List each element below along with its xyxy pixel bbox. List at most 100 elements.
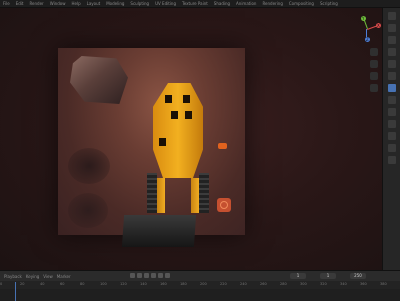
ruler-tick: 240 xyxy=(240,282,247,286)
x-axis-label: X xyxy=(377,23,380,28)
tab-compositing[interactable]: Compositing xyxy=(289,1,314,6)
jump-end-icon[interactable] xyxy=(165,273,170,278)
hand-pan-icon[interactable] xyxy=(370,60,378,68)
z-axis-label: Z xyxy=(366,37,369,42)
object-icon[interactable] xyxy=(388,84,396,92)
tab-texture-paint[interactable]: Texture Paint xyxy=(182,1,208,6)
tab-animation[interactable]: Animation xyxy=(236,1,256,6)
current-frame-field[interactable]: 1 xyxy=(290,273,306,279)
ruler-tick: 300 xyxy=(300,282,307,286)
cab-window xyxy=(159,138,166,146)
tab-layout[interactable]: Layout xyxy=(87,1,101,6)
x-axis-handle[interactable]: X xyxy=(376,23,381,28)
ruler-tick: 180 xyxy=(180,282,187,286)
tab-scripting[interactable]: Scripting xyxy=(320,1,338,6)
ruler-tick: 380 xyxy=(380,282,387,286)
y-axis-handle[interactable]: Y xyxy=(361,16,366,21)
menu-window[interactable]: Window xyxy=(50,1,66,6)
play-icon[interactable] xyxy=(151,273,156,278)
menu-keying[interactable]: Keying xyxy=(26,274,39,279)
ruler-tick: 20 xyxy=(20,282,25,286)
timeline-ruler: 0 20 40 60 80 100 120 140 160 180 200 22… xyxy=(0,282,400,288)
top-menu-bar: File Edit Render Window Help Layout Mode… xyxy=(0,0,400,8)
tab-rendering[interactable]: Rendering xyxy=(262,1,282,6)
timeline-editor: Playback Keying View Marker 1 1 250 0 20… xyxy=(0,270,400,301)
ruler-tick: 80 xyxy=(80,282,85,286)
timeline-header: Playback Keying View Marker 1 1 250 xyxy=(0,271,400,281)
ruler-tick: 100 xyxy=(100,282,107,286)
next-keyframe-icon[interactable] xyxy=(158,273,163,278)
play-reverse-icon[interactable] xyxy=(144,273,149,278)
traffic-cone-object[interactable] xyxy=(218,143,227,149)
ruler-tick: 220 xyxy=(220,282,227,286)
start-frame-field[interactable]: 1 xyxy=(320,273,336,279)
jump-start-icon[interactable] xyxy=(130,273,135,278)
camera-render-region xyxy=(58,48,245,247)
viewport-nav-tools xyxy=(370,48,378,92)
menu-edit[interactable]: Edit xyxy=(16,1,24,6)
tool-icon[interactable] xyxy=(388,12,396,20)
grid-icon[interactable] xyxy=(370,84,378,92)
tab-sculpting[interactable]: Sculpting xyxy=(130,1,149,6)
menu-help[interactable]: Help xyxy=(71,1,80,6)
properties-side-panel xyxy=(382,8,400,270)
left-track xyxy=(147,173,157,213)
tab-uv-editing[interactable]: UV Editing xyxy=(155,1,176,6)
cab-window xyxy=(185,111,192,119)
ruler-tick: 0 xyxy=(0,282,3,286)
rock-object[interactable] xyxy=(70,56,128,104)
view-layer-icon[interactable] xyxy=(388,48,396,56)
ruler-tick: 160 xyxy=(160,282,167,286)
ruler-tick: 340 xyxy=(340,282,347,286)
constraints-icon[interactable] xyxy=(388,132,396,140)
bulldozer-object[interactable] xyxy=(121,78,213,247)
rock-shadow xyxy=(68,148,110,184)
barrel-lid xyxy=(220,201,228,209)
ruler-tick: 140 xyxy=(140,282,147,286)
ruler-tick: 260 xyxy=(260,282,267,286)
ruler-tick: 360 xyxy=(360,282,367,286)
physics-icon[interactable] xyxy=(388,120,396,128)
bulldozer-blade xyxy=(121,215,197,247)
menu-playback[interactable]: Playback xyxy=(4,274,22,279)
ruler-tick: 40 xyxy=(40,282,45,286)
rock-shadow xyxy=(68,193,108,228)
y-axis-label: Y xyxy=(362,16,365,21)
timeline-track-area[interactable] xyxy=(0,289,400,301)
ruler-tick: 280 xyxy=(280,282,287,286)
right-track xyxy=(199,173,209,213)
menu-render[interactable]: Render xyxy=(29,1,43,6)
cab-window xyxy=(165,95,172,103)
tab-shading[interactable]: Shading xyxy=(214,1,230,6)
ruler-tick: 320 xyxy=(320,282,327,286)
render-icon[interactable] xyxy=(388,24,396,32)
world-icon[interactable] xyxy=(388,72,396,80)
ruler-tick: 200 xyxy=(200,282,207,286)
zoom-icon[interactable] xyxy=(370,48,378,56)
ruler-tick: 60 xyxy=(60,282,65,286)
cab-window xyxy=(171,111,178,119)
camera-icon[interactable] xyxy=(370,72,378,80)
end-frame-field[interactable]: 250 xyxy=(350,273,366,279)
playback-controls xyxy=(130,273,170,278)
blade-arm-left xyxy=(157,178,165,213)
data-icon[interactable] xyxy=(388,144,396,152)
bulldozer-body xyxy=(153,83,203,178)
material-icon[interactable] xyxy=(388,156,396,164)
barrel-object[interactable] xyxy=(217,198,231,212)
tab-modeling[interactable]: Modeling xyxy=(106,1,124,6)
navigation-gizmo[interactable]: X Y Z xyxy=(352,14,382,44)
particles-icon[interactable] xyxy=(388,108,396,116)
scene-icon[interactable] xyxy=(388,60,396,68)
menu-file[interactable]: File xyxy=(3,1,10,6)
cab-window xyxy=(183,95,190,103)
menu-marker[interactable]: Marker xyxy=(57,274,71,279)
z-axis-handle[interactable]: Z xyxy=(365,37,370,42)
ruler-tick: 120 xyxy=(120,282,127,286)
3d-viewport[interactable]: X Y Z xyxy=(0,8,382,270)
menu-view[interactable]: View xyxy=(43,274,53,279)
output-icon[interactable] xyxy=(388,36,396,44)
modifier-icon[interactable] xyxy=(388,96,396,104)
playhead[interactable] xyxy=(15,282,16,301)
prev-keyframe-icon[interactable] xyxy=(137,273,142,278)
